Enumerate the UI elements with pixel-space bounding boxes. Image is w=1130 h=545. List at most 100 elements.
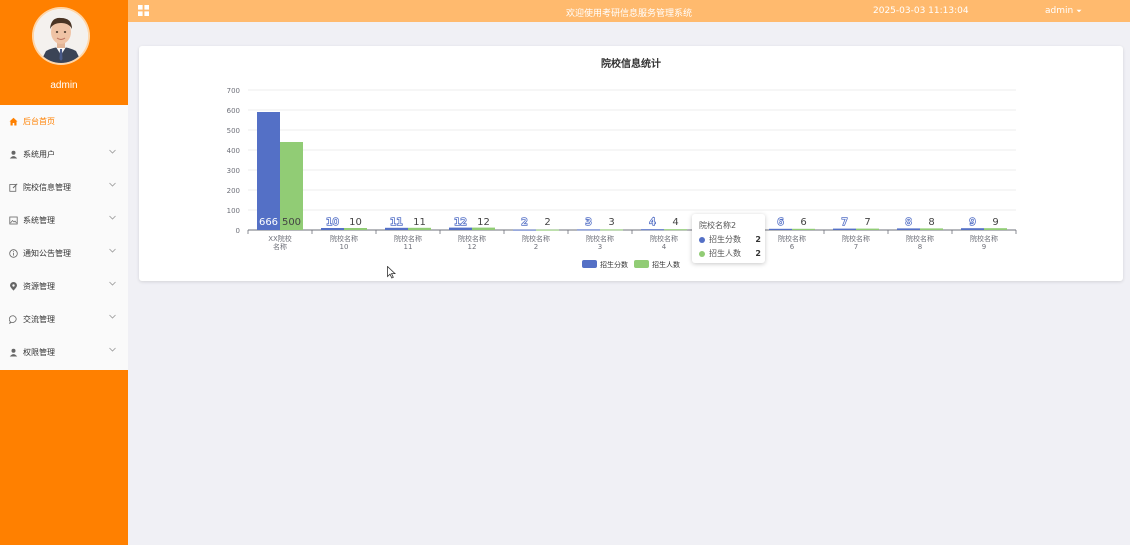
x-tick-label: 院校名称 — [586, 234, 614, 243]
bar-value-label: 500 — [282, 217, 301, 228]
sidebar-item-label: 后台首页 — [23, 117, 55, 126]
bar — [408, 227, 431, 230]
statistics-card: 院校信息统计 0 100 200 300 400 500 600 700 666 500 XX院校 名称… — [139, 46, 1123, 281]
bar — [600, 229, 623, 231]
user-icon — [9, 348, 18, 357]
bar — [769, 228, 792, 230]
x-tick-label: 院校名称 — [970, 234, 998, 243]
chart-title: 院校信息统计 — [601, 57, 661, 70]
bar — [513, 229, 536, 231]
sidebar-item-system-management[interactable]: 系统管理 — [0, 204, 128, 237]
tooltip-row: 招生分数 2 — [699, 234, 761, 245]
header-user-menu[interactable]: admin — [1045, 6, 1082, 16]
sidebar-item-home[interactable]: 后台首页 — [0, 105, 128, 138]
bar-value-label: 4 — [672, 217, 678, 228]
bar — [664, 229, 687, 231]
bar — [984, 228, 1007, 230]
y-tick-label: 300 — [227, 167, 240, 175]
sidebar-item-resources[interactable]: 资源管理 — [0, 270, 128, 303]
bar-value-label: 12 — [477, 217, 490, 228]
caret-down-icon — [1076, 9, 1082, 13]
header-title: 欢迎使用考研信息服务管理系统 — [566, 9, 693, 19]
avatar-portrait-icon — [34, 9, 88, 63]
user-icon — [9, 150, 18, 159]
sidebar-item-label: 资源管理 — [23, 282, 55, 291]
chevron-down-icon — [109, 314, 116, 319]
x-tick-label: 院校名称 — [522, 234, 550, 243]
tooltip-series-name: 招生分数 — [709, 235, 741, 244]
chevron-down-icon — [109, 347, 116, 352]
tooltip-row: 招生人数 2 — [699, 248, 761, 259]
tooltip-series-name: 招生人数 — [709, 249, 741, 258]
bar-value-label: 3 — [608, 217, 614, 228]
x-tick-label: 10 — [340, 243, 349, 251]
x-tick-label: 9 — [982, 243, 986, 251]
legend-swatch — [582, 260, 597, 268]
bar-value-label: 7 — [841, 217, 847, 228]
y-tick-label: 400 — [227, 147, 240, 155]
bar — [641, 229, 664, 231]
sidebar-item-label: 通知公告管理 — [23, 249, 71, 258]
bar-value-label: 9 — [969, 217, 975, 228]
y-tick-label: 0 — [236, 227, 240, 235]
x-tick-label: 院校名称 — [906, 234, 934, 243]
bar — [961, 228, 984, 230]
bar — [344, 228, 367, 230]
sidebar-item-system-users[interactable]: 系统用户 — [0, 138, 128, 171]
bar-value-label: 3 — [585, 217, 591, 228]
chart-tooltip: 院校名称2 招生分数 2 招生人数 2 — [692, 214, 765, 263]
bar-value-label: 7 — [864, 217, 870, 228]
sidebar-item-permissions[interactable]: 权限管理 — [0, 336, 128, 369]
bar-value-label: 6 — [777, 217, 783, 228]
bar-value-label: 11 — [390, 217, 403, 228]
sidebar-item-school-info[interactable]: 院校信息管理 — [0, 171, 128, 204]
tooltip-value: 2 — [755, 249, 761, 258]
x-tick-label: 院校名称 — [778, 234, 806, 243]
profile-name: admin — [50, 80, 78, 91]
sidebar-item-notice[interactable]: 通知公告管理 — [0, 237, 128, 270]
legend-label: 招生分数 — [600, 260, 628, 269]
avatar[interactable] — [34, 9, 88, 63]
x-tick-label: 院校名称 — [458, 234, 486, 243]
bar-value-label: 8 — [905, 217, 911, 228]
x-tick-label: 院校名称 — [842, 234, 870, 243]
sidebar-item-label: 权限管理 — [23, 348, 55, 357]
bar-value-label: 10 — [349, 217, 362, 228]
bar — [833, 228, 856, 230]
bar-value-label: 8 — [928, 217, 934, 228]
tooltip-title: 院校名称2 — [699, 221, 737, 230]
bar-value-label: 4 — [649, 217, 655, 228]
bar-value-label: 2 — [521, 217, 527, 228]
sidebar-item-label: 院校信息管理 — [23, 183, 71, 192]
bar — [257, 112, 280, 230]
bar — [536, 229, 559, 231]
x-tick-label: XX院校 — [268, 234, 292, 243]
y-tick-label: 500 — [227, 127, 240, 135]
edit-icon — [9, 183, 18, 192]
bar-value-label: 2 — [544, 217, 550, 228]
chat-icon — [9, 315, 18, 324]
sidebar-item-label: 交流管理 — [23, 315, 55, 324]
tooltip-value: 2 — [755, 235, 761, 244]
chevron-down-icon — [109, 215, 116, 220]
sidebar-menu: 后台首页 系统用户 院校信息管理 系统管理 通知公告管理 资源管理 交流管理 权… — [0, 105, 128, 370]
sidebar-item-label: 系统管理 — [23, 216, 55, 225]
top-bar: 欢迎使用考研信息服务管理系统 2025-03-03 11:13:04 admin — [128, 0, 1130, 22]
bar-value-label: 12 — [454, 217, 467, 228]
bar-value-label: 666 — [259, 217, 278, 228]
x-tick-label: 2 — [534, 243, 538, 251]
image-icon — [9, 216, 18, 225]
grid-menu-icon[interactable] — [138, 5, 149, 16]
x-tick-label: 院校名称 — [650, 234, 678, 243]
bar — [897, 228, 920, 230]
bar-value-label: 6 — [800, 217, 806, 228]
sidebar-item-communication[interactable]: 交流管理 — [0, 303, 128, 336]
bar-value-label: 9 — [992, 217, 998, 228]
legend-swatch — [634, 260, 649, 268]
x-tick-label: 8 — [918, 243, 922, 251]
bar — [792, 228, 815, 230]
x-tick-label: 名称 — [273, 242, 287, 251]
x-tick-label: 4 — [662, 243, 667, 251]
y-tick-label: 600 — [227, 107, 240, 115]
y-tick-label: 200 — [227, 187, 240, 195]
